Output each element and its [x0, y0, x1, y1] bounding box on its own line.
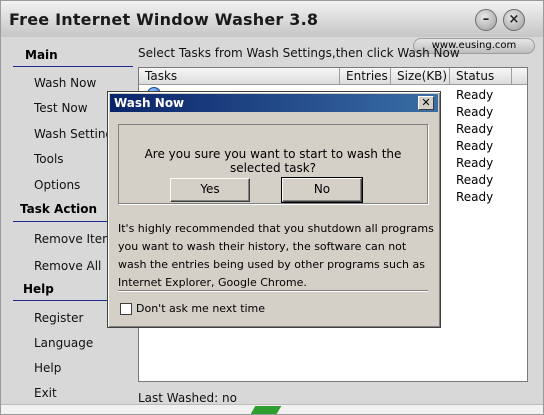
app-title: Free Internet Window Washer 3.8 [9, 10, 319, 29]
yes-button[interactable]: Yes [170, 178, 250, 202]
instruction-text: Select Tasks from Wash Settings,then cli… [138, 46, 460, 60]
sidebar-item-test-now[interactable]: Test Now [34, 101, 88, 115]
taskbar-marker [250, 406, 282, 414]
dialog-title: Wash Now [114, 96, 185, 110]
recommendation-note: It's highly recommended that you shutdow… [118, 222, 434, 289]
minimize-icon: – [482, 12, 490, 27]
status-cell: Ready [456, 139, 494, 153]
dont-ask-checkbox[interactable] [120, 303, 132, 315]
sidebar-item-language[interactable]: Language [34, 336, 93, 350]
sidebar-heading-help: Help [23, 282, 54, 296]
close-button[interactable]: × [503, 9, 525, 31]
column-header-filler [512, 68, 527, 85]
sidebar-heading-main: Main [25, 48, 58, 62]
sidebar-divider [13, 66, 133, 67]
status-cell: Ready [456, 156, 494, 170]
dialog-divider [118, 290, 428, 292]
last-washed-text: Last Washed: no [138, 391, 237, 405]
wash-now-dialog: Wash Now ✕ Are you sure you want to star… [107, 91, 441, 328]
dialog-close-button[interactable]: ✕ [418, 96, 434, 110]
minimize-button[interactable]: – [475, 9, 497, 31]
status-cell: Ready [456, 88, 494, 102]
dont-ask-label[interactable]: Don't ask me next time [136, 302, 265, 315]
no-button[interactable]: No [281, 177, 363, 203]
sidebar-item-tools[interactable]: Tools [34, 152, 64, 166]
status-cell: Ready [456, 173, 494, 187]
status-cell: Ready [456, 122, 494, 136]
status-cell: Ready [456, 190, 494, 204]
close-icon: × [508, 12, 520, 27]
sidebar-item-exit[interactable]: Exit [34, 386, 57, 400]
no-label: No [313, 182, 331, 196]
title-bar[interactable]: Free Internet Window Washer 3.8 – × [1, 1, 543, 37]
close-icon: ✕ [421, 96, 431, 109]
sidebar-item-register[interactable]: Register [34, 311, 83, 325]
sidebar-item-help[interactable]: Help [34, 361, 61, 375]
sidebar-heading-task-action: Task Action [20, 202, 98, 216]
question-group: Are you sure you want to start to wash t… [118, 124, 428, 204]
status-cell: Ready [456, 105, 494, 119]
column-header-tasks[interactable]: Tasks [139, 68, 340, 85]
column-header-size[interactable]: Size(KB) [391, 68, 450, 85]
column-header-status[interactable]: Status [450, 68, 512, 85]
sidebar-item-wash-now[interactable]: Wash Now [34, 76, 96, 90]
sidebar-item-remove-item[interactable]: Remove Item [34, 232, 114, 246]
confirmation-question: Are you sure you want to start to wash t… [144, 147, 402, 175]
sidebar-item-options[interactable]: Options [34, 178, 80, 192]
dialog-title-bar[interactable]: Wash Now ✕ [110, 94, 438, 112]
main-window: Free Internet Window Washer 3.8 – × www.… [0, 0, 544, 415]
column-header-entries[interactable]: Entries [340, 68, 391, 85]
yes-label: Yes [200, 182, 220, 196]
sidebar-item-remove-all[interactable]: Remove All [34, 259, 101, 273]
